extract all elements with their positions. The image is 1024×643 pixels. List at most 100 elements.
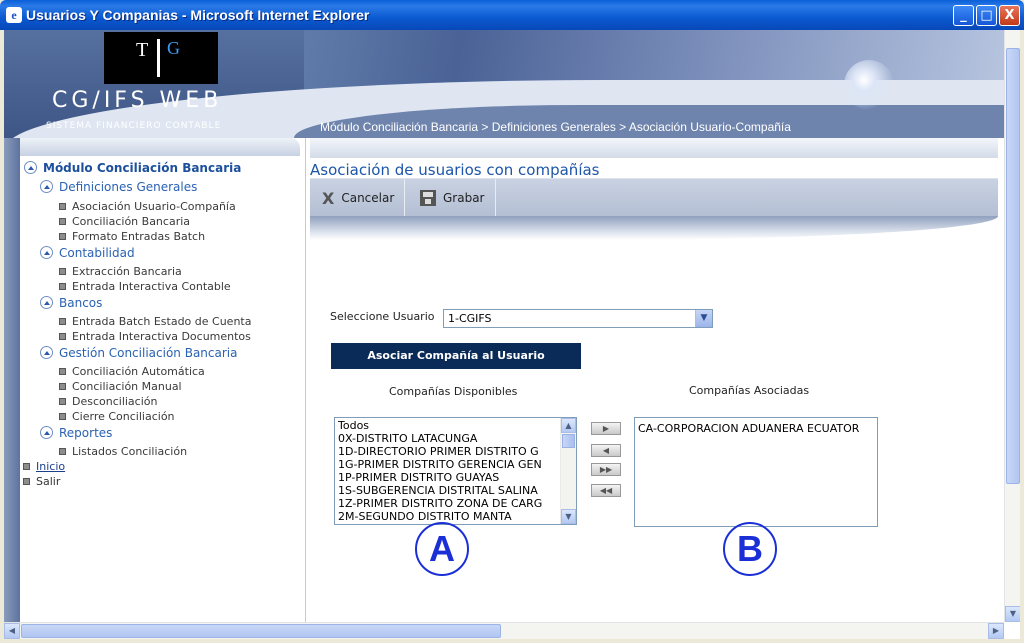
sidebar-item-listados[interactable]: Listados Conciliación bbox=[59, 445, 187, 458]
sidebar-item-conc-manual[interactable]: Conciliación Manual bbox=[59, 380, 182, 393]
toolbar-wave bbox=[310, 216, 998, 240]
list-item[interactable]: CA-CORPORACION ADUANERA ECUATOR bbox=[635, 422, 877, 435]
move-left-button[interactable]: ◀ bbox=[591, 444, 621, 457]
sidebar-group-reportes[interactable]: Reportes bbox=[40, 426, 112, 440]
associated-label: Compañías Asociadas bbox=[689, 384, 810, 397]
sidebar-salir[interactable]: Salir bbox=[23, 475, 60, 488]
collapse-icon[interactable] bbox=[40, 180, 53, 193]
sidebar-item-desconciliacion[interactable]: Desconciliación bbox=[59, 395, 157, 408]
sidebar-edge bbox=[4, 138, 20, 622]
bullet-icon bbox=[59, 368, 66, 375]
group-label: Gestión Conciliación Bancaria bbox=[59, 346, 238, 360]
scroll-right-icon[interactable]: ▶ bbox=[988, 623, 1004, 639]
sidebar-group-definiciones[interactable]: Definiciones Generales bbox=[40, 180, 197, 194]
sidebar-item-conc-automatica[interactable]: Conciliación Automática bbox=[59, 365, 205, 378]
collapse-icon[interactable] bbox=[40, 296, 53, 309]
item-label: Asociación Usuario-Compañía bbox=[72, 200, 236, 213]
user-select[interactable]: 1-CGIFS ▼ bbox=[443, 309, 713, 328]
banner-glow-orb bbox=[844, 60, 894, 110]
group-label: Reportes bbox=[59, 426, 113, 440]
list-scrollbar[interactable]: ▲ ▼ bbox=[560, 418, 576, 524]
content-head-strip bbox=[310, 138, 998, 158]
available-label: Compañías Disponibles bbox=[389, 385, 518, 398]
collapse-icon[interactable] bbox=[24, 161, 37, 174]
bullet-icon bbox=[59, 398, 66, 405]
page-hscroll-thumb[interactable] bbox=[21, 624, 501, 638]
ie-icon: e bbox=[6, 7, 22, 23]
item-label: Conciliación Bancaria bbox=[72, 215, 191, 228]
sidebar-item-asociacion[interactable]: Asociación Usuario-Compañía bbox=[59, 200, 236, 213]
scroll-thumb[interactable] bbox=[562, 434, 575, 448]
sidebar-item-entrada-batch[interactable]: Entrada Batch Estado de Cuenta bbox=[59, 315, 251, 328]
page-horizontal-scrollbar[interactable]: ◀ ▶ bbox=[4, 622, 1004, 639]
group-label: Definiciones Generales bbox=[59, 180, 198, 194]
list-item[interactable]: 1D-DIRECTORIO PRIMER DISTRITO G bbox=[335, 445, 576, 458]
toolbar: X Cancelar Grabar bbox=[310, 178, 998, 217]
scroll-left-icon[interactable]: ◀ bbox=[4, 623, 20, 639]
sidebar-item-conciliacion-bancaria[interactable]: Conciliación Bancaria bbox=[59, 215, 190, 228]
move-all-left-button[interactable]: ◀◀ bbox=[591, 484, 621, 497]
associate-company-button[interactable]: Asociar Compañía al Usuario bbox=[331, 343, 581, 369]
sidebar-group-bancos[interactable]: Bancos bbox=[40, 296, 102, 310]
item-label: Entrada Interactiva Documentos bbox=[72, 330, 251, 343]
list-item[interactable]: 2M-SEGUNDO DISTRITO MANTA bbox=[335, 510, 576, 523]
sidebar-inicio[interactable]: Inicio bbox=[23, 460, 65, 473]
logo: T G bbox=[104, 32, 218, 84]
page-scroll-thumb[interactable] bbox=[1006, 48, 1020, 484]
item-label: Extracción Bancaria bbox=[72, 265, 182, 278]
scroll-down-icon[interactable]: ▼ bbox=[1005, 606, 1020, 622]
breadcrumb: Módulo Conciliación Bancaria > Definicio… bbox=[320, 120, 791, 134]
collapse-icon[interactable] bbox=[40, 246, 53, 259]
window-titlebar[interactable]: e Usuarios Y Companias - Microsoft Inter… bbox=[0, 0, 1024, 30]
sidebar-top-strip bbox=[20, 138, 300, 156]
list-item[interactable]: 1P-PRIMER DISTRITO GUAYAS bbox=[335, 471, 576, 484]
group-label: Contabilidad bbox=[59, 246, 135, 260]
floppy-icon bbox=[420, 190, 436, 206]
sidebar-item-formato[interactable]: Formato Entradas Batch bbox=[59, 230, 205, 243]
associated-companies-list[interactable]: CA-CORPORACION ADUANERA ECUATOR bbox=[634, 417, 878, 527]
save-button[interactable]: Grabar bbox=[408, 179, 496, 217]
sidebar-group-contabilidad[interactable]: Contabilidad bbox=[40, 246, 135, 260]
minimize-button[interactable]: _ bbox=[953, 5, 974, 26]
item-label: Conciliación Manual bbox=[72, 380, 182, 393]
item-label: Desconciliación bbox=[72, 395, 158, 408]
list-item[interactable]: Todos bbox=[335, 419, 576, 432]
move-all-right-button[interactable]: ▶▶ bbox=[591, 463, 621, 476]
list-item[interactable]: 1G-PRIMER DISTRITO GERENCIA GEN bbox=[335, 458, 576, 471]
scroll-up-icon[interactable]: ▲ bbox=[561, 418, 576, 433]
move-right-button[interactable]: ▶ bbox=[591, 422, 621, 435]
sidebar-item-entrada-contable[interactable]: Entrada Interactiva Contable bbox=[59, 280, 231, 293]
brand-name: CG/IFS WEB bbox=[52, 88, 223, 113]
bullet-icon bbox=[23, 478, 30, 485]
maximize-button[interactable]: □ bbox=[976, 5, 997, 26]
salir-label: Salir bbox=[36, 475, 61, 488]
logo-t: T bbox=[136, 39, 149, 61]
scroll-down-icon[interactable]: ▼ bbox=[561, 509, 576, 524]
user-label: Seleccione Usuario bbox=[330, 310, 435, 323]
header-banner: T G CG/IFS WEB SISTEMA FINANCIERO CONTAB… bbox=[4, 30, 1004, 138]
available-companies-list[interactable]: Todos 0X-DISTRITO LATACUNGA 1D-DIRECTORI… bbox=[334, 417, 577, 525]
inicio-link[interactable]: Inicio bbox=[36, 460, 65, 473]
bullet-icon bbox=[59, 283, 66, 290]
collapse-icon[interactable] bbox=[40, 426, 53, 439]
list-item[interactable]: 1Z-PRIMER DISTRITO ZONA DE CARG bbox=[335, 497, 576, 510]
cancel-button[interactable]: X Cancelar bbox=[310, 179, 406, 217]
sidebar-item-extraccion[interactable]: Extracción Bancaria bbox=[59, 265, 182, 278]
user-select-value: 1-CGIFS bbox=[448, 312, 492, 325]
bullet-icon bbox=[59, 448, 66, 455]
sidebar-item-cierre[interactable]: Cierre Conciliación bbox=[59, 410, 175, 423]
collapse-icon[interactable] bbox=[40, 346, 53, 359]
close-button[interactable]: X bbox=[999, 5, 1020, 26]
item-label: Conciliación Automática bbox=[72, 365, 205, 378]
sidebar-group-gestion[interactable]: Gestión Conciliación Bancaria bbox=[40, 346, 237, 360]
sidebar-item-entrada-documentos[interactable]: Entrada Interactiva Documentos bbox=[59, 330, 251, 343]
bullet-icon bbox=[59, 318, 66, 325]
list-item[interactable]: 0X-DISTRITO LATACUNGA bbox=[335, 432, 576, 445]
list-item[interactable]: 1S-SUBGERENCIA DISTRITAL SALINA bbox=[335, 484, 576, 497]
chevron-down-icon[interactable]: ▼ bbox=[695, 310, 712, 327]
sidebar-module[interactable]: Módulo Conciliación Bancaria bbox=[24, 161, 241, 175]
annotation-a: A bbox=[415, 522, 469, 576]
item-label: Entrada Interactiva Contable bbox=[72, 280, 231, 293]
cancel-icon: X bbox=[322, 188, 335, 208]
page-vertical-scrollbar[interactable]: ▼ bbox=[1004, 30, 1020, 622]
